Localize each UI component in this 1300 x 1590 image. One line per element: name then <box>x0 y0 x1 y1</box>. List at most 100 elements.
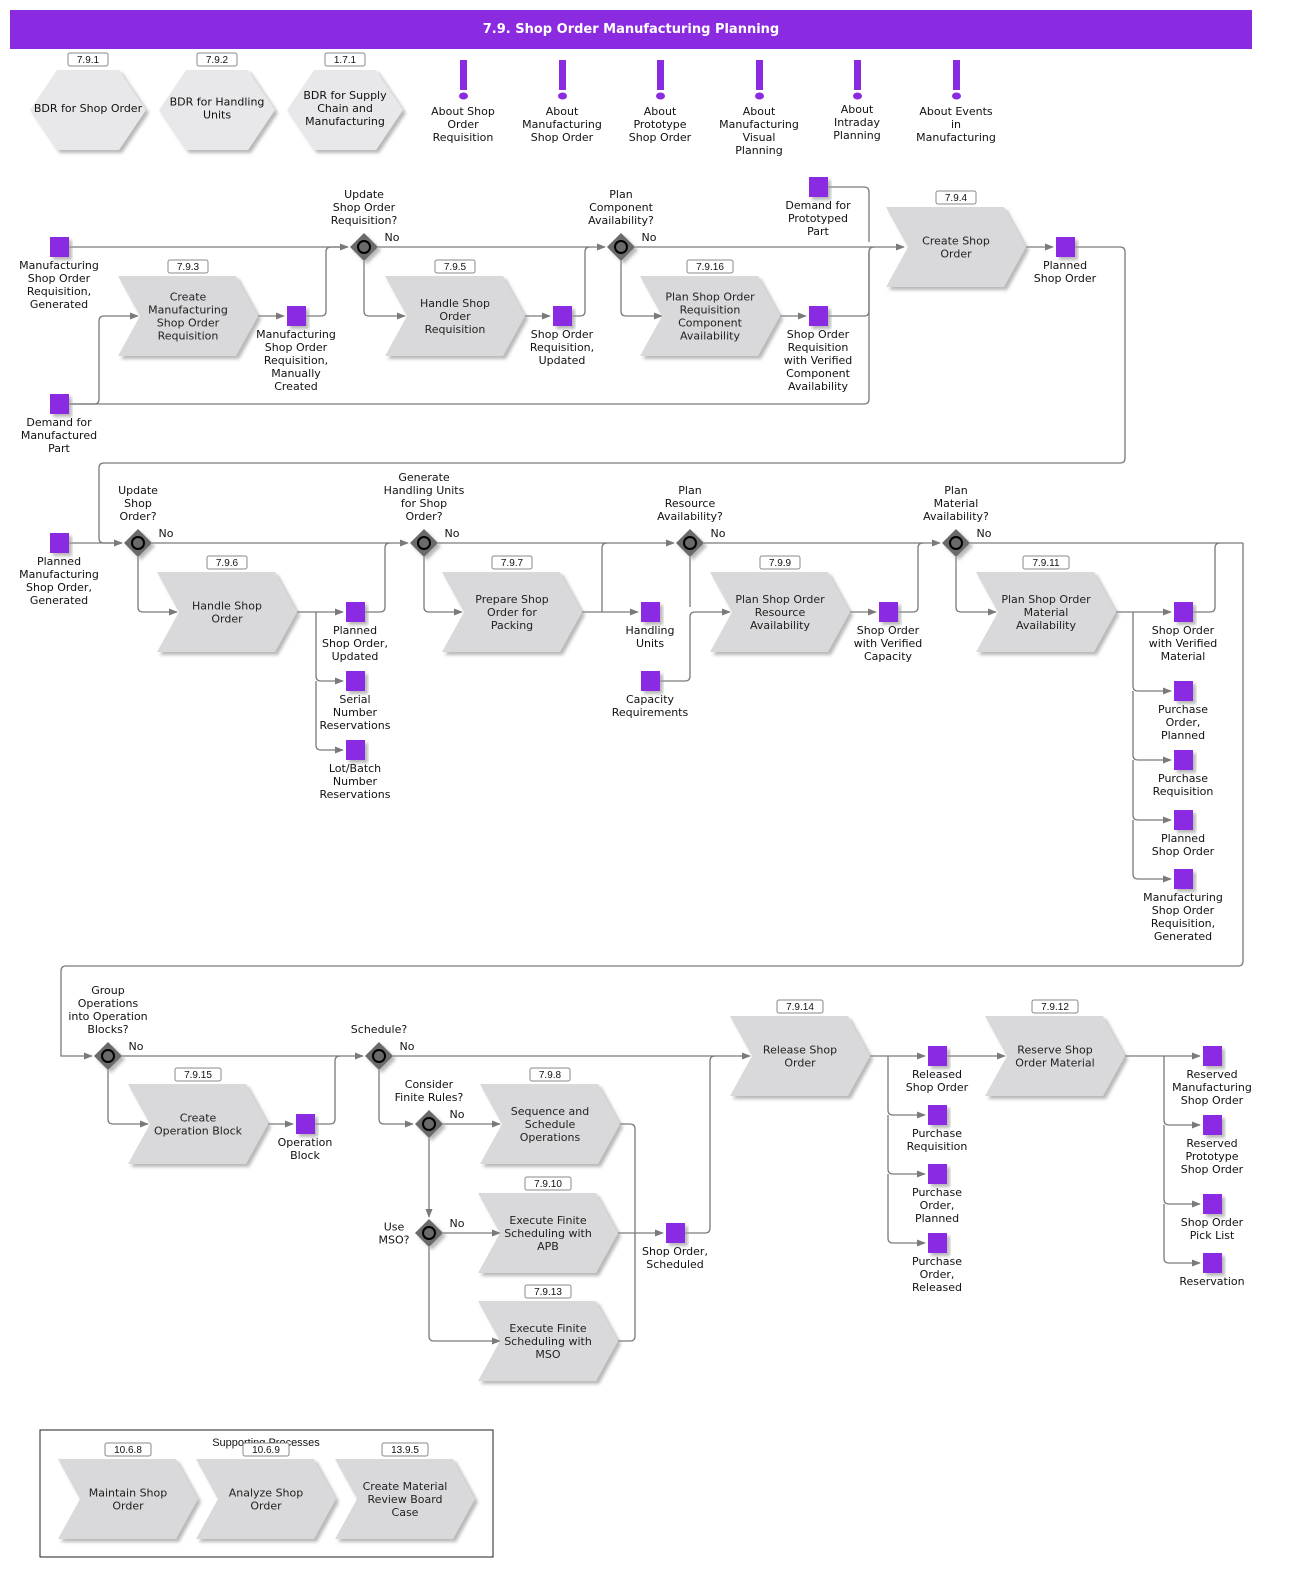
gateway-g3[interactable]: Update Shop Order?No <box>118 484 174 557</box>
event-e16[interactable]: Purchase Order, Planned <box>1158 681 1208 742</box>
process-ref-badge[interactable]: 7.9.15 <box>174 1067 222 1082</box>
event-e4[interactable]: Shop Order Requisition, Updated <box>530 306 594 367</box>
process-ref-badge[interactable]: 10.6.9 <box>242 1442 290 1457</box>
gateway-g10[interactable]: Use MSO? No <box>379 1217 465 1247</box>
event-label: Purchase Requisition <box>907 1127 968 1153</box>
process-p7914[interactable]: 7.9.14Release Shop Order <box>730 999 870 1096</box>
process-p7912[interactable]: 7.9.12 Reserve Shop Order Material <box>985 999 1125 1096</box>
bdr-hexagon[interactable]: 1.7.1BDR for Supply Chain and Manufacturin… <box>287 52 403 150</box>
event-square-icon <box>553 306 572 326</box>
process-ref-badge[interactable]: 7.9.5 <box>434 259 476 274</box>
gateway-g1[interactable]: Update Shop Order Requisition? No <box>331 188 400 261</box>
process-ref-badge[interactable]: 7.9.16 <box>686 259 734 274</box>
supporting-process[interactable]: 10.6.8Maintain Shop Order <box>58 1442 198 1539</box>
event-e12[interactable]: Handling Units <box>625 602 675 650</box>
event-label: Handling Units <box>625 624 674 650</box>
about-item[interactable]: About Manufacturing Visual Planning <box>719 60 799 157</box>
process-ref-badge[interactable]: 7.9.11 <box>1022 555 1070 570</box>
process-p796[interactable]: 7.9.6Handle Shop Order <box>157 555 297 652</box>
process-ref-badge[interactable]: 7.9.1 <box>67 52 109 67</box>
event-e24[interactable]: Purchase Order, Planned <box>912 1164 962 1225</box>
event-e29[interactable]: Reservation <box>1179 1253 1245 1288</box>
about-item[interactable]: About Intraday Planning <box>833 60 881 142</box>
process-ref-badge[interactable]: 7.9.3 <box>167 259 209 274</box>
ref-number: 1.7.1 <box>334 55 357 66</box>
process-ref-badge[interactable]: 1.7.1 <box>324 52 366 67</box>
about-item[interactable]: About Manufacturing Shop Order <box>522 60 602 144</box>
process-p7915[interactable]: 7.9.15Create Operation Block <box>128 1067 268 1164</box>
process-p798[interactable]: 7.9.8Sequence and Schedule Operations <box>480 1067 620 1164</box>
event-e13[interactable]: Capacity Requirements <box>612 671 689 719</box>
event-e28[interactable]: Shop Order Pick List <box>1181 1194 1244 1242</box>
gateway-diamond <box>415 1110 443 1138</box>
event-e11[interactable]: Lot/Batch Number Reservations <box>320 740 391 801</box>
supporting-process[interactable]: 10.6.9Analyze Shop Order <box>196 1442 336 1539</box>
process-p7916[interactable]: 7.9.16Plan Shop Order Requisition Componen… <box>640 259 780 356</box>
event-e23[interactable]: Purchase Requisition <box>907 1105 968 1153</box>
process-p797[interactable]: 7.9.7Prepare Shop Order for Packing <box>442 555 582 652</box>
process-ref-badge[interactable]: 7.9.8 <box>529 1067 571 1082</box>
event-e3[interactable]: Manufacturing Shop Order Requisition, Manua… <box>256 306 336 393</box>
event-e2[interactable]: Demand for Manufactured Part <box>21 394 97 455</box>
event-square-icon <box>1174 602 1193 622</box>
gateway-g6[interactable]: Plan Material Availability? No <box>923 484 992 557</box>
process-ref-badge[interactable]: 7.9.6 <box>206 555 248 570</box>
gateway-g7[interactable]: Group Operations into Operation Blocks? No <box>68 984 148 1070</box>
process-label: Reserve Shop Order Material <box>1015 1044 1094 1070</box>
gateway-g4[interactable]: Generate Handling Units for Shop Order? No <box>384 471 465 557</box>
supporting-process[interactable]: 13.9.5Create Material Review Board Case <box>335 1442 475 1539</box>
bdr-hexagon[interactable]: 7.9.1 BDR for Shop Order <box>30 52 146 150</box>
process-p799[interactable]: 7.9.9Plan Shop Order Resource Availability <box>710 555 850 652</box>
event-square-icon <box>287 306 306 326</box>
process-p795[interactable]: 7.9.5Handle Shop Order Requisition <box>385 259 525 356</box>
gateway-g2[interactable]: Plan Component Availability? No <box>588 188 657 261</box>
ref-number: 7.9.3 <box>177 262 200 273</box>
event-e5[interactable]: Demand for Prototyped Part <box>785 177 851 238</box>
event-e9[interactable]: Planned Shop Order, Updated <box>322 602 388 663</box>
event-label: Capacity Requirements <box>612 693 689 719</box>
process-p793[interactable]: 7.9.3Create Manufacturing Shop Order Requis… <box>118 259 258 356</box>
process-ref-badge[interactable]: 13.9.5 <box>381 1442 429 1457</box>
process-ref-badge[interactable]: 10.6.8 <box>104 1442 152 1457</box>
process-ref-badge[interactable]: 7.9.10 <box>524 1176 572 1191</box>
gateway-g9[interactable]: Consider Finite Rules? No <box>395 1078 465 1138</box>
process-ref-badge[interactable]: 7.9.9 <box>759 555 801 570</box>
about-item[interactable]: About Prototype Shop Order <box>629 60 692 144</box>
process-ref-badge[interactable]: 7.9.4 <box>935 190 977 205</box>
process-p7911[interactable]: 7.9.11Plan Shop Order Material Availabilit… <box>976 555 1116 652</box>
event-label: Planned Shop Order <box>1034 259 1097 285</box>
process-p794[interactable]: 7.9.4Create Shop Order <box>886 190 1026 287</box>
event-e19[interactable]: Manufacturing Shop Order Requisition, Gener… <box>1143 869 1223 943</box>
gateway-no-label: No <box>977 527 992 540</box>
event-e15[interactable]: Shop Order with Verified Material <box>1149 602 1218 663</box>
event-e8[interactable]: Planned Manufacturing Shop Order, Generated <box>19 533 99 607</box>
event-e20[interactable]: Operation Block <box>278 1114 333 1162</box>
event-e26[interactable]: Reserved Manufacturing Shop Order <box>1172 1046 1252 1107</box>
event-e25[interactable]: Purchase Order, Released <box>912 1233 962 1294</box>
event-e6[interactable]: Shop Order Requisition with Verified Compon… <box>784 306 853 393</box>
event-square-icon <box>1174 750 1193 770</box>
process-p7913[interactable]: 7.9.13Execute Finite Scheduling with MSO <box>478 1284 618 1381</box>
process-ref-badge[interactable]: 7.9.7 <box>491 555 533 570</box>
event-e18[interactable]: Planned Shop Order <box>1152 810 1215 858</box>
process-p7910[interactable]: 7.9.10Execute Finite Scheduling with APB <box>478 1176 618 1273</box>
about-item[interactable]: About Shop Order Requisition <box>431 60 495 144</box>
process-ref-badge[interactable]: 7.9.2 <box>196 52 238 67</box>
event-e17[interactable]: Purchase Requisition <box>1153 750 1214 798</box>
event-e10[interactable]: Serial Number Reservations <box>320 671 391 732</box>
event-e14[interactable]: Shop Order with Verified Capacity <box>854 602 923 663</box>
process-ref-badge[interactable]: 7.9.13 <box>524 1284 572 1299</box>
event-e7[interactable]: Planned Shop Order <box>1034 237 1097 285</box>
about-item[interactable]: About Events in Manufacturing <box>916 60 996 144</box>
process-ref-badge[interactable]: 7.9.12 <box>1031 999 1079 1014</box>
process-ref-badge[interactable]: 7.9.14 <box>776 999 824 1014</box>
bdr-hexagon[interactable]: 7.9.2BDR for Handling Units <box>159 52 275 150</box>
event-e27[interactable]: Reserved Prototype Shop Order <box>1181 1115 1244 1176</box>
event-e1[interactable]: Manufacturing Shop Order Requisition, Gener… <box>19 237 99 311</box>
gateway-g5[interactable]: Plan Resource Availability? No <box>657 484 726 557</box>
flow-connector <box>898 542 924 613</box>
gateway-g8[interactable]: Schedule? No <box>351 1023 415 1070</box>
gateway-question: Use MSO? <box>379 1221 410 1247</box>
event-e22[interactable]: Released Shop Order <box>906 1046 969 1094</box>
event-e21[interactable]: Shop Order, Scheduled <box>642 1223 708 1271</box>
